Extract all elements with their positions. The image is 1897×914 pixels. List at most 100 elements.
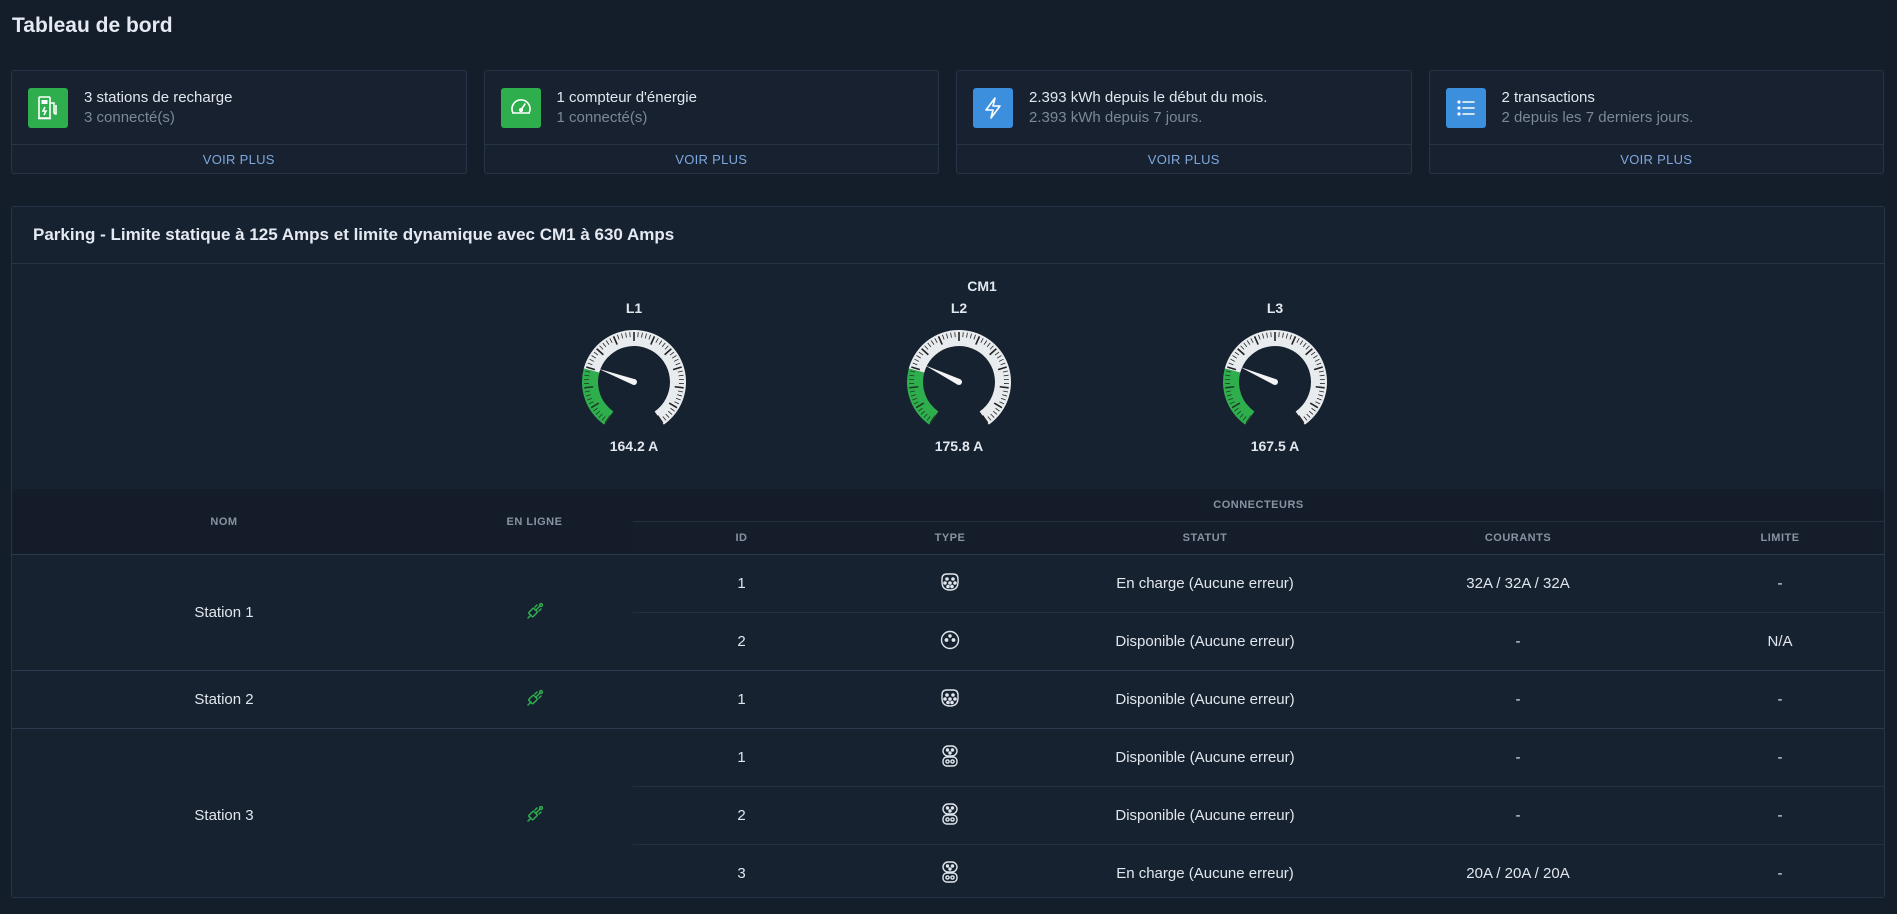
gauge-hub [1272,379,1278,385]
plug-connected-icon [525,688,545,712]
header-limit[interactable]: LIMITE [1676,521,1884,555]
connector-limit: - [1676,844,1884,897]
voir-plus-link[interactable]: VOIR PLUS [12,144,466,173]
connector-id: 1 [633,554,850,613]
card-title: 1 compteur d'énergie [556,88,697,106]
page-title: Tableau de bord [12,14,173,37]
card-title: 3 stations de recharge [84,88,233,106]
station-name[interactable]: Station 1 [12,554,436,671]
card-charging-stations: 3 stations de recharge 3 connecté(s) VOI… [11,70,467,174]
header-currents[interactable]: COURANTS [1360,521,1676,555]
gauge-dial [1223,330,1327,425]
connector-id: 3 [633,844,850,897]
connector-currents: 32A / 32A / 32A [1360,554,1676,613]
gauge-l3: L3 167.5 A [1195,300,1355,454]
plug-connected-icon [525,804,545,828]
connector-currents: - [1360,670,1676,729]
card-subtitle: 2 depuis les 7 derniers jours. [1501,108,1694,126]
header-connectors: CONNECTEURS [633,489,1884,522]
connector-status: Disponible (Aucune erreur) [1050,670,1360,729]
charging-station-icon [28,87,68,128]
card-title: 2.393 kWh depuis le début du mois. [1029,88,1268,106]
gauge-dial [582,330,686,425]
connector-status: En charge (Aucune erreur) [1050,554,1360,613]
connector-id: 1 [633,670,850,729]
lightning-icon [973,87,1013,128]
voir-plus-link[interactable]: VOIR PLUS [484,144,938,173]
gauge-hub [631,379,637,385]
gauge-needle [924,365,961,385]
voir-plus-link[interactable]: VOIR PLUS [957,144,1411,173]
table-row[interactable]: Station 1 1 En charge (Aucune erreur) 32A /… [12,554,1884,671]
online-cell [436,728,633,897]
gauge-tick [584,385,594,389]
connector-type [850,670,1050,729]
header-name[interactable]: NOM [12,489,436,555]
card-transactions: 2 transactions 2 depuis les 7 derniers j… [1428,70,1884,174]
table-row[interactable]: Station 2 1 Disponible (Aucune erreur) - - [12,670,1884,729]
ccs-connector-icon [940,802,960,830]
gauge-needle [598,368,636,385]
voir-plus-link[interactable]: VOIR PLUS [1429,144,1883,173]
connector-type [850,612,1050,671]
gauge-dial [907,330,1011,425]
type2-connector-icon [939,687,961,713]
gauge-tick [999,385,1009,389]
online-cell [436,554,633,671]
connector-limit: N/A [1676,612,1884,671]
gauge-green-zone [582,368,614,425]
connector-type [850,844,1050,897]
gauge-green-zone [1223,368,1255,425]
panel-title: Parking - Limite statique à 125 Amps et … [12,207,1884,264]
station-name[interactable]: Station 3 [12,728,436,897]
gauge-value: 175.8 A [934,438,984,454]
meter-label: CM1 [967,278,997,294]
table-row[interactable]: Station 3 1 Disponible (Aucune erreur) - - [12,728,1884,897]
connector-status: Disponible (Aucune erreur) [1050,728,1360,787]
station-name[interactable]: Station 2 [12,670,436,729]
gauge-green-zone [907,368,939,425]
card-title: 2 transactions [1501,88,1595,106]
connector-id: 2 [633,786,850,845]
type2-connector-icon [939,571,961,597]
connector-type [850,786,1050,845]
gauge-label: L2 [950,300,968,316]
card-subtitle: 1 connecté(s) [556,108,648,126]
gauge-value: 167.5 A [1250,438,1300,454]
header-id[interactable]: ID [633,521,850,555]
gauge-tick [674,385,684,389]
header-type[interactable]: TYPE [850,521,1050,555]
gauge-tick [909,385,919,389]
connector-id: 1 [633,728,850,787]
connector-limit: - [1676,786,1884,845]
online-cell [436,670,633,729]
gauge-value: 164.2 A [609,438,659,454]
header-online[interactable]: EN LIGNE [436,489,633,555]
plug-connected-icon [525,601,545,625]
stations-table: NOM EN LIGNE CONNECTEURS ID TYPE STATUT … [12,489,1884,897]
gauge-l1: L1 164.2 A [554,300,714,454]
gauges-section: CM1 L1 164.2 A L2 175.8 A L3 167.5 A [12,264,1884,489]
connector-limit: - [1676,670,1884,729]
connector-status: En charge (Aucune erreur) [1050,844,1360,897]
connector-status: Disponible (Aucune erreur) [1050,612,1360,671]
card-energy-consumption: 2.393 kWh depuis le début du mois. 2.393… [956,70,1412,174]
card-subtitle: 2.393 kWh depuis 7 jours. [1029,108,1203,126]
connector-type [850,728,1050,787]
list-icon [1445,87,1486,128]
card-subtitle: 3 connecté(s) [84,108,175,126]
header-status[interactable]: STATUT [1050,521,1360,555]
connector-currents: 20A / 20A / 20A [1360,844,1676,897]
connector-limit: - [1676,554,1884,613]
connector-currents: - [1360,612,1676,671]
connector-currents: - [1360,728,1676,787]
connector-status: Disponible (Aucune erreur) [1050,786,1360,845]
gauge-label: L1 [625,300,643,316]
gauge-tick [1315,385,1325,389]
dashboard-page: Tableau de bord 3 stations de recharge 3… [0,0,1897,914]
connector-type [850,554,1050,613]
domestic-socket-icon [939,629,961,655]
ccs-connector-icon [940,860,960,888]
gauge-label: L3 [1266,300,1284,316]
gauge-needle [1240,366,1277,385]
